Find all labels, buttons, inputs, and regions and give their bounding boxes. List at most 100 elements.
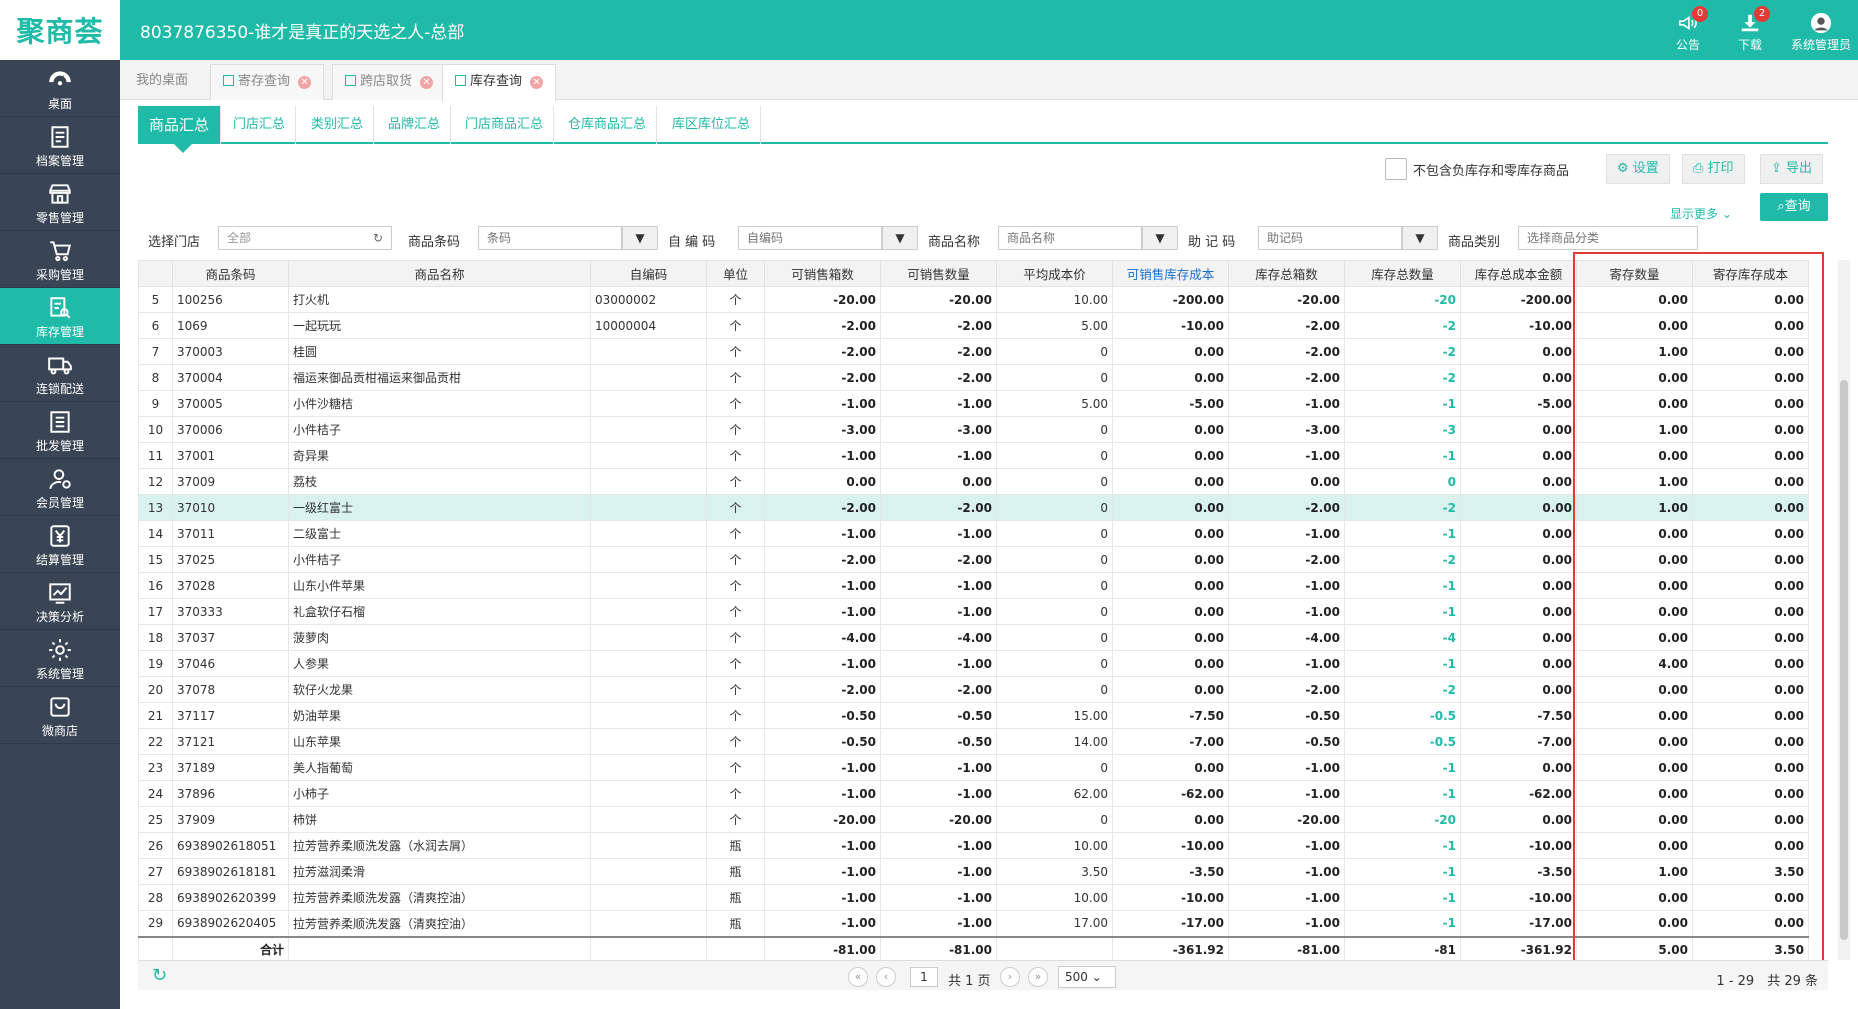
name-filter-button[interactable]: ▼ [1142, 226, 1178, 250]
sidebar-item-system[interactable]: 系统管理 [0, 630, 120, 687]
sidebar-item-desktop[interactable]: 桌面 [0, 60, 120, 117]
table-row[interactable]: 13 37010 一级红富士个 -2.00 -2.00 0 0.00 -2.00 -2 0.00 1… [138, 494, 1809, 521]
logo[interactable]: 聚商荟 [0, 0, 120, 60]
tab-deposit-query[interactable]: 寄存查询 ✕ [210, 64, 325, 100]
table-cell: -3.00 [1228, 416, 1345, 443]
close-icon[interactable]: ✕ [420, 76, 434, 89]
table-row[interactable]: 28 6938902620399 拉芳营养柔顺洗发露（清爽控油）瓶 -1.00 -1.0… [138, 884, 1809, 911]
table-row[interactable]: 6 1069 一起玩玩 10000004 个 -2.00 -2.00 5.00 -10.00 -2… [138, 312, 1809, 339]
sidebar-item-retail[interactable]: 零售管理 [0, 174, 120, 231]
table-row[interactable]: 11 37001 奇异果个 -1.00 -1.00 0 0.00 -1.00 -1 0.00 0.0… [138, 442, 1809, 469]
table-row[interactable]: 21 37117 奶油苹果个 -0.50 -0.50 15.00 -7.50 -0.50 -0.… [138, 702, 1809, 729]
table-row[interactable]: 26 6938902618051 拉芳营养柔顺洗发露（水润去屑）瓶 -1.00 -1.0… [138, 832, 1809, 859]
first-page-button[interactable]: « [848, 967, 868, 987]
tab-stock-query[interactable]: 库存查询 ✕ [442, 64, 557, 101]
vertical-scrollbar[interactable] [1838, 260, 1850, 960]
subnav-location-summary[interactable]: 库区库位汇总 [662, 106, 762, 144]
table-row[interactable]: 24 37896 小柿子个 -1.00 -1.00 62.00 -62.00 -1.00 -1-… [138, 780, 1809, 807]
table-row[interactable]: 5 100256 打火机 03000002 个 -20.00 -20.00 10.00 -200… [138, 286, 1809, 313]
tab-home[interactable]: 我的桌面 [124, 64, 200, 100]
exclude-checkbox[interactable] [1385, 158, 1407, 180]
sidebar-item-microshop[interactable]: 微商店 [0, 687, 120, 744]
table-row[interactable]: 16 37028 山东小件苹果个 -1.00 -1.00 0 0.00 -1.00 -1 0.00… [138, 572, 1809, 599]
settings-button[interactable]: ⚙ 设置 [1606, 154, 1670, 184]
table-row[interactable]: 23 37189 美人指葡萄个 -1.00 -1.00 0 0.00 -1.00 -1 0.00 0… [138, 754, 1809, 781]
selfcode-input[interactable] [738, 226, 882, 250]
chart-icon [49, 583, 71, 604]
table-row[interactable]: 17 370333 礼盒软仔石榴个 -1.00 -1.00 0 0.00 -1.00 -1 0.0… [138, 598, 1809, 625]
table-row[interactable]: 19 37046 人参果个 -1.00 -1.00 0 0.00 -1.00 -1 0.00 4.0… [138, 650, 1809, 677]
barcode-input[interactable] [478, 226, 622, 250]
refresh-icon[interactable]: ↻ [152, 965, 167, 986]
table-row[interactable]: 14 37011 二级富士个 -1.00 -1.00 0 0.00 -1.00 -1 0.00 0.… [138, 520, 1809, 547]
column-header[interactable]: 库存总数量 [1344, 260, 1461, 287]
memo-filter-button[interactable]: ▼ [1402, 226, 1438, 250]
sidebar-item-purchase[interactable]: 采购管理 [0, 231, 120, 288]
column-header[interactable]: 可销售箱数 [764, 260, 881, 287]
subnav-brand-summary[interactable]: 品牌汇总 [378, 106, 452, 144]
prev-page-button[interactable]: ‹ [876, 967, 896, 987]
column-header[interactable]: 可销售库存成本 [1112, 260, 1229, 287]
category-input[interactable] [1518, 226, 1698, 250]
query-button[interactable]: ⌕查询 [1760, 193, 1828, 221]
notice-button[interactable]: 0 公告 [1660, 6, 1716, 54]
table-row[interactable]: 27 6938902618181 拉芳滋润柔滑瓶 -1.00 -1.00 3.50 -3.5… [138, 858, 1809, 885]
close-icon[interactable]: ✕ [298, 76, 312, 89]
column-header[interactable]: 自编码 [590, 260, 707, 287]
table-cell: 个 [706, 728, 765, 755]
sidebar-item-archive[interactable]: 档案管理 [0, 117, 120, 174]
table-row[interactable]: 7 370003 桂圆个 -2.00 -2.00 0 0.00 -2.00 -2 0.00 1.00… [138, 338, 1809, 365]
last-page-button[interactable]: » [1028, 967, 1048, 987]
table-row[interactable]: 15 37025 小件桔子个 -2.00 -2.00 0 0.00 -2.00 -2 0.00 0.… [138, 546, 1809, 573]
sidebar-item-wholesale[interactable]: 批发管理 [0, 402, 120, 459]
table-row[interactable]: 29 6938902620405 拉芳营养柔顺洗发露（清爽控油）瓶 -1.00 -1.0… [138, 910, 1809, 937]
print-button[interactable]: ⎙ 打印 [1682, 154, 1745, 184]
subnav-warehouse-product-summary[interactable]: 仓库商品汇总 [558, 106, 658, 144]
table-row[interactable]: 22 37121 山东苹果个 -0.50 -0.50 14.00 -7.00 -0.50 -0.… [138, 728, 1809, 755]
subnav-store-summary[interactable]: 门店汇总 [223, 106, 297, 144]
sidebar-item-settlement[interactable]: 结算管理 [0, 516, 120, 573]
sidebar-item-member[interactable]: 会员管理 [0, 459, 120, 516]
tab-cross-store[interactable]: 跨店取货 ✕ [332, 64, 447, 100]
store-select[interactable]: 全部 ↻ [218, 226, 392, 250]
page-input[interactable]: 1 [910, 967, 938, 987]
column-header[interactable]: 商品名称 [288, 260, 591, 287]
column-header[interactable]: 单位 [706, 260, 765, 287]
column-header[interactable]: 库存总箱数 [1228, 260, 1345, 287]
table-row[interactable]: 18 37037 菠萝肉个 -4.00 -4.00 0 0.00 -4.00 -4 0.00 0.0… [138, 624, 1809, 651]
subnav-category-summary[interactable]: 类别汇总 [301, 106, 375, 144]
show-more-link[interactable]: 显示更多 ⌄ [1670, 205, 1732, 222]
barcode-filter-button[interactable]: ▼ [622, 226, 658, 250]
subnav-store-product-summary[interactable]: 门店商品汇总 [455, 106, 555, 144]
memo-input[interactable] [1258, 226, 1402, 250]
sidebar-item-analysis[interactable]: 决策分析 [0, 573, 120, 630]
table-row[interactable]: 10 370006 小件桔子个 -3.00 -3.00 0 0.00 -3.00 -3 0.00 1… [138, 416, 1809, 443]
close-icon[interactable]: ✕ [530, 76, 544, 89]
column-header[interactable]: 商品条码 [172, 260, 289, 287]
subnav-product-summary[interactable]: 商品汇总 [138, 106, 222, 144]
download-button[interactable]: 2 下载 [1722, 6, 1778, 54]
page-size-select[interactable]: 500 ⌄ [1058, 966, 1116, 988]
table-row[interactable]: 20 37078 软仔火龙果个 -2.00 -2.00 0 0.00 -2.00 -2 0.00 0… [138, 676, 1809, 703]
name-input[interactable] [998, 226, 1142, 250]
sidebar-item-distribution[interactable]: 连锁配送 [0, 345, 120, 402]
name-label: 商品名称 [928, 235, 981, 250]
filter-icon: ▼ [635, 231, 645, 245]
user-menu[interactable]: 系统管理员 [1786, 8, 1856, 54]
scroll-thumb[interactable] [1840, 380, 1848, 940]
table-cell: -10.00 [1460, 312, 1577, 339]
store-title: 8037876350-谁才是真正的天选之人-总部 [140, 23, 465, 43]
table-row[interactable]: 8 370004 福运来御品贡柑福运来御品贡柑个 -2.00 -2.00 0 0.00 -2.… [138, 364, 1809, 391]
sidebar-item-inventory[interactable]: 库存管理 [0, 288, 120, 345]
refresh-icon[interactable]: ↻ [373, 227, 383, 249]
table-row[interactable]: 9 370005 小件沙糖桔个 -1.00 -1.00 5.00 -5.00 -1.00 -1-… [138, 390, 1809, 417]
table-row[interactable]: 25 37909 柿饼个 -20.00 -20.00 0 0.00 -20.00 -20 0.00… [138, 806, 1809, 833]
next-page-button[interactable]: › [1000, 967, 1020, 987]
column-header[interactable]: 可销售数量 [880, 260, 997, 287]
column-header[interactable]: 平均成本价 [996, 260, 1113, 287]
column-header[interactable]: 库存总成本金额 [1460, 260, 1577, 287]
column-header[interactable] [138, 260, 173, 287]
export-button[interactable]: ⇪ 导出 [1760, 154, 1824, 184]
table-row[interactable]: 12 37009 荔枝个 0.00 0.00 0 0.00 0.00 0 0.00 1.00 0.00 [138, 468, 1809, 495]
selfcode-filter-button[interactable]: ▼ [882, 226, 918, 250]
